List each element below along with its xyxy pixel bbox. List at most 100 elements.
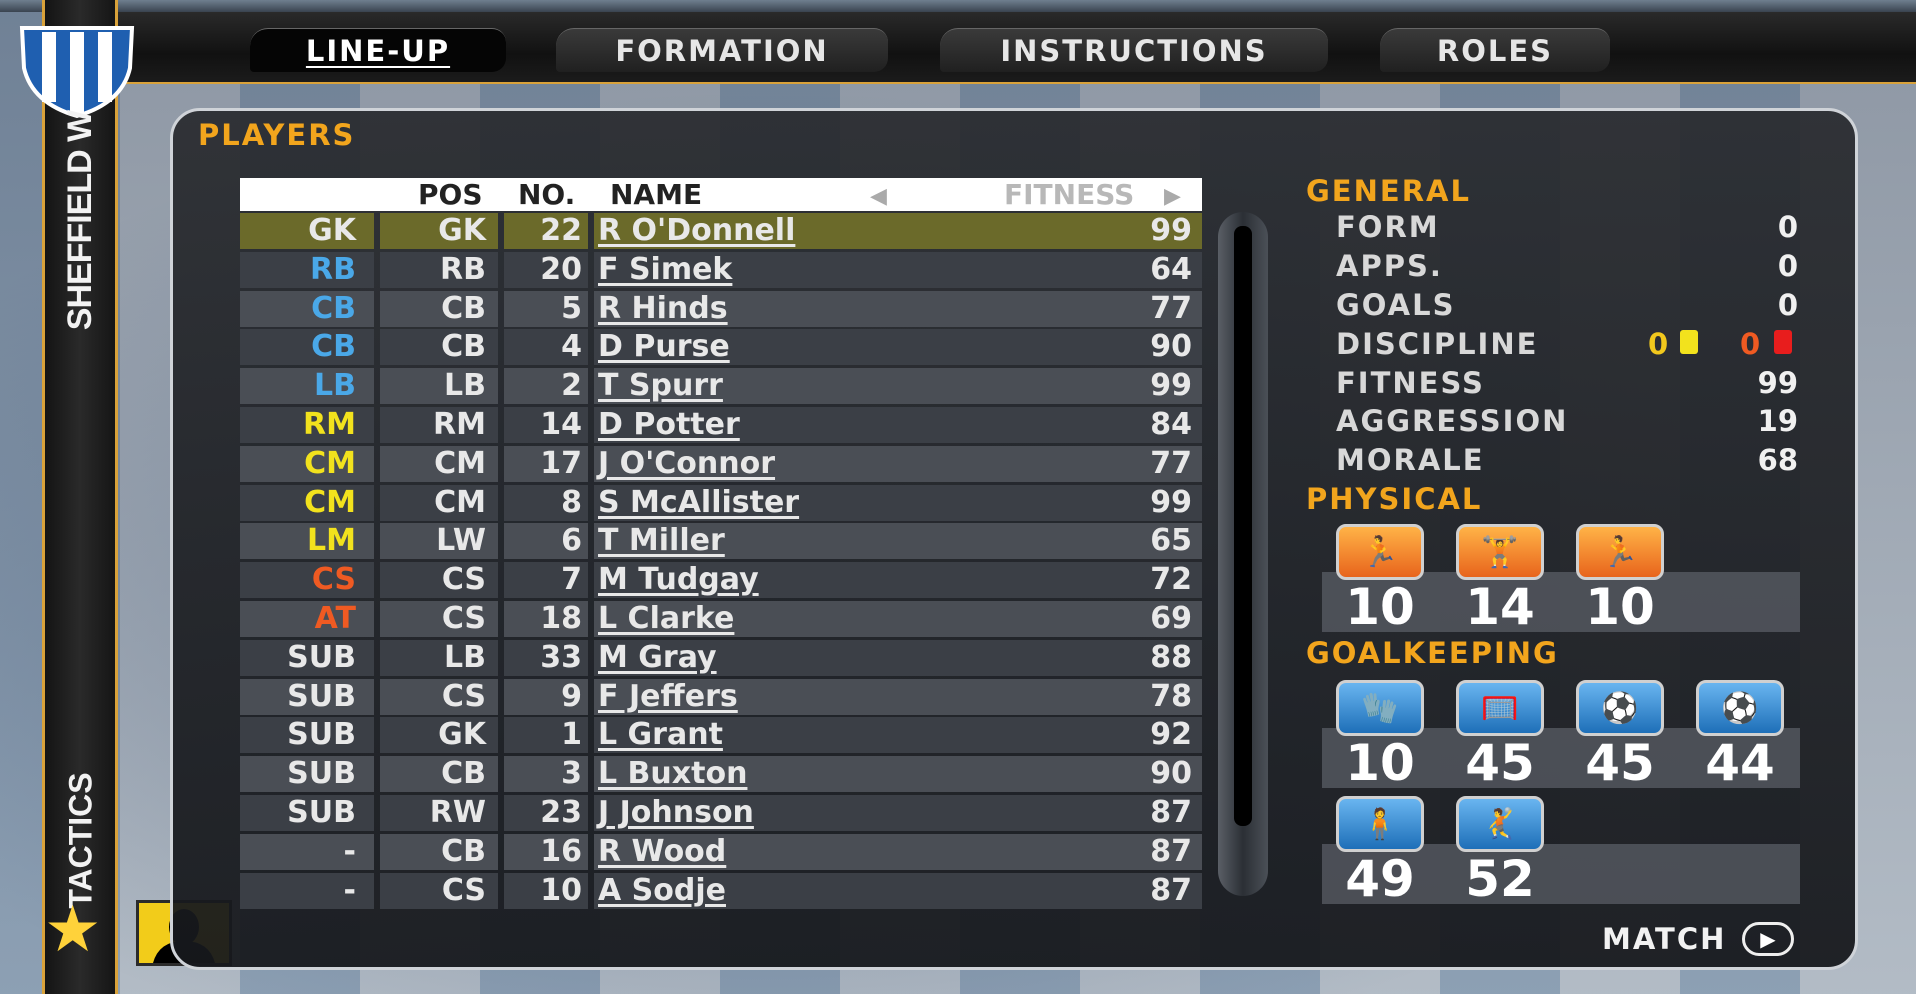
header-fitness[interactable]: FITNESS <box>1004 178 1134 212</box>
tab-roles[interactable]: ROLES <box>1380 28 1610 72</box>
aggression-value: 19 <box>1757 404 1798 438</box>
play-arrow-icon[interactable]: ▶ <box>1742 922 1794 956</box>
player-row[interactable]: SUB CB 3 L Buxton 90 <box>240 756 1202 793</box>
morale-value: 68 <box>1757 443 1798 477</box>
player-role: CB <box>240 329 374 366</box>
fitness-label: FITNESS <box>1336 366 1485 400</box>
player-fitness: 90 <box>1150 329 1192 365</box>
player-role: CM <box>240 445 374 482</box>
player-name[interactable]: L Grant <box>598 717 723 752</box>
player-row[interactable]: LM LW 6 T Miller 65 <box>240 523 1202 560</box>
sort-right-arrow-icon[interactable]: ▶ <box>1164 184 1181 209</box>
goalkeeping-value-4: 44 <box>1705 734 1775 792</box>
player-name[interactable]: M Tudgay <box>598 562 759 597</box>
player-row[interactable]: SUB LB 33 M Gray 88 <box>240 639 1202 676</box>
player-name[interactable]: F Jeffers <box>598 679 738 714</box>
match-button-label[interactable]: MATCH <box>1602 922 1726 956</box>
player-name[interactable]: J Johnson <box>598 795 754 830</box>
form-value: 0 <box>1777 210 1798 244</box>
player-row[interactable]: CM CM 17 J O'Connor 77 <box>240 445 1202 482</box>
player-fitness: 77 <box>1150 290 1192 326</box>
header-no[interactable]: NO. <box>518 178 575 212</box>
player-number: 7 <box>504 562 588 599</box>
aggression-label: AGGRESSION <box>1336 404 1569 438</box>
player-position: GK <box>380 213 498 249</box>
tab-instructions[interactable]: INSTRUCTIONS <box>940 28 1328 72</box>
player-name[interactable]: F Simek <box>598 252 732 287</box>
player-name[interactable]: D Potter <box>598 407 740 442</box>
physical-title: PHYSICAL <box>1306 482 1483 516</box>
yellow-card-icon <box>1680 330 1698 354</box>
player-number: 14 <box>504 406 588 443</box>
player-name-cell: R Hinds 77 <box>594 290 1202 327</box>
player-role: LM <box>240 523 374 560</box>
player-fitness: 87 <box>1150 833 1192 869</box>
player-row[interactable]: CB CB 4 D Purse 90 <box>240 329 1202 366</box>
player-fitness: 77 <box>1150 445 1192 481</box>
red-card-icon <box>1774 330 1792 354</box>
player-position: RM <box>380 406 498 443</box>
form-label: FORM <box>1336 210 1440 244</box>
player-name[interactable]: L Buxton <box>598 756 747 791</box>
keeper-throwing-icon: 🤾 <box>1456 796 1544 852</box>
player-list: GK GK 22 R O'Donnell 99 RB RB 20 F Simek 64 CB CB 5 R… <box>240 213 1202 911</box>
header-name[interactable]: NAME <box>610 178 702 212</box>
player-name[interactable]: R O'Donnell <box>598 213 795 248</box>
player-name[interactable]: T Spurr <box>598 368 723 403</box>
player-role: RB <box>240 251 374 288</box>
player-name[interactable]: R Hinds <box>598 291 728 326</box>
player-fitness: 99 <box>1150 484 1192 520</box>
player-name[interactable]: L Clarke <box>598 601 734 636</box>
player-row[interactable]: - CB 16 R Wood 87 <box>240 833 1202 870</box>
player-name-cell: L Buxton 90 <box>594 756 1202 793</box>
player-row[interactable]: RM RM 14 D Potter 84 <box>240 406 1202 443</box>
tab-formation[interactable]: FORMATION <box>556 28 888 72</box>
player-row[interactable]: AT CS 18 L Clarke 69 <box>240 600 1202 637</box>
player-row[interactable]: LB LB 2 T Spurr 99 <box>240 368 1202 405</box>
player-row[interactable]: SUB GK 1 L Grant 92 <box>240 717 1202 754</box>
player-position: CB <box>380 756 498 793</box>
player-fitness: 87 <box>1150 872 1192 908</box>
player-number: 3 <box>504 756 588 793</box>
player-position: CS <box>380 872 498 909</box>
player-name[interactable]: R Wood <box>598 834 726 869</box>
player-position: CB <box>380 290 498 327</box>
player-name[interactable]: T Miller <box>598 523 725 558</box>
player-name[interactable]: D Purse <box>598 329 730 364</box>
player-row[interactable]: SUB CS 9 F Jeffers 78 <box>240 678 1202 715</box>
scrollbar-thumb[interactable] <box>1234 226 1252 826</box>
player-row[interactable]: SUB RW 23 J Johnson 87 <box>240 794 1202 831</box>
general-title: GENERAL <box>1306 174 1471 208</box>
player-row[interactable]: GK GK 22 R O'Donnell 99 <box>240 213 1202 249</box>
player-list-scrollbar[interactable] <box>1218 212 1268 896</box>
player-number: 22 <box>504 213 588 249</box>
sort-left-arrow-icon[interactable]: ◀ <box>870 184 887 209</box>
header-pos[interactable]: POS <box>418 178 483 212</box>
morale-label: MORALE <box>1336 443 1485 477</box>
tab-line-up[interactable]: LINE-UP <box>250 28 506 72</box>
player-position: LB <box>380 639 498 676</box>
keeper-diving-icon: ⚽ <box>1696 680 1784 736</box>
player-name[interactable]: M Gray <box>598 640 717 675</box>
player-row[interactable]: CM CM 8 S McAllister 99 <box>240 484 1202 521</box>
player-position: RW <box>380 794 498 831</box>
player-position: CB <box>380 329 498 366</box>
player-name-cell: L Grant 92 <box>594 717 1202 754</box>
player-number: 17 <box>504 445 588 482</box>
player-row[interactable]: CS CS 7 M Tudgay 72 <box>240 562 1202 599</box>
goals-value: 0 <box>1777 288 1798 322</box>
player-name[interactable]: S McAllister <box>598 485 799 520</box>
team-name: SHEFFIELD W <box>61 110 100 330</box>
player-row[interactable]: CB CB 5 R Hinds 77 <box>240 290 1202 327</box>
goalkeeping-value-6: 52 <box>1465 850 1535 908</box>
keeper-handling-icon: 🧤 <box>1336 680 1424 736</box>
player-role: - <box>240 872 374 909</box>
physical-value-1: 10 <box>1345 578 1415 636</box>
player-name[interactable]: J O'Connor <box>598 446 775 481</box>
player-name-cell: T Spurr 99 <box>594 368 1202 405</box>
player-name[interactable]: A Sodje <box>598 873 726 908</box>
player-row[interactable]: - CS 10 A Sodje 87 <box>240 872 1202 909</box>
player-position: GK <box>380 717 498 754</box>
player-row[interactable]: RB RB 20 F Simek 64 <box>240 251 1202 288</box>
player-role: SUB <box>240 678 374 715</box>
